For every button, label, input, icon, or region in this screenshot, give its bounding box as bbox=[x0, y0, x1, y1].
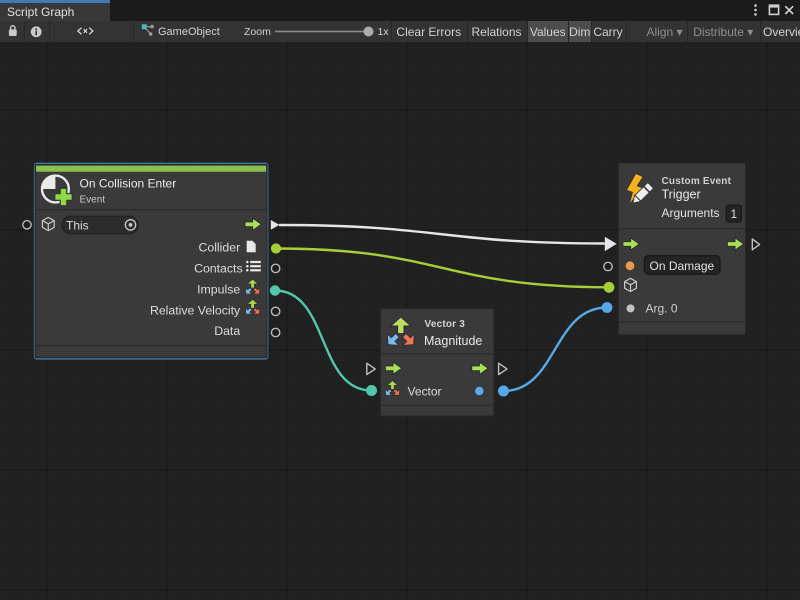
svg-text:1: 1 bbox=[731, 209, 737, 221]
svg-text:Vector: Vector bbox=[408, 384, 442, 398]
svg-text:Trigger: Trigger bbox=[662, 188, 701, 202]
svg-text:Vector 3: Vector 3 bbox=[425, 319, 466, 330]
svg-text:Custom Event: Custom Event bbox=[662, 176, 732, 187]
svg-text:Collider: Collider bbox=[198, 240, 240, 254]
svg-text:Data: Data bbox=[214, 324, 240, 338]
svg-text:On Collision Enter: On Collision Enter bbox=[80, 177, 177, 191]
svg-text:Arguments: Arguments bbox=[662, 206, 720, 220]
svg-text:Magnitude: Magnitude bbox=[424, 334, 482, 348]
svg-text:Arg. 0: Arg. 0 bbox=[646, 302, 678, 316]
svg-text:This: This bbox=[66, 218, 89, 232]
svg-text:Contacts: Contacts bbox=[194, 261, 243, 275]
svg-text:Impulse: Impulse bbox=[197, 283, 240, 297]
svg-text:Relative Velocity: Relative Velocity bbox=[150, 304, 241, 318]
svg-text:Event: Event bbox=[80, 195, 106, 206]
svg-text:On Damage: On Damage bbox=[650, 259, 715, 273]
